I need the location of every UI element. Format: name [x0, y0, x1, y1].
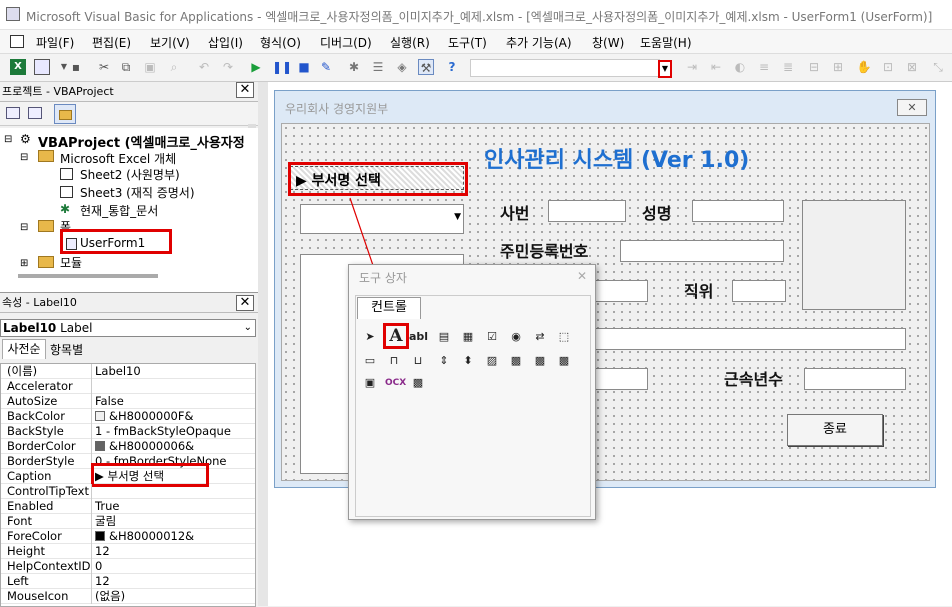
checkbox-tool-icon[interactable]: ☑ — [483, 328, 501, 346]
custom-control-icon[interactable]: ▩ — [409, 374, 427, 392]
togglebutton-tool-icon[interactable]: ⇄ — [531, 328, 549, 346]
custom-control-icon[interactable]: ▩ — [531, 352, 549, 370]
refedit-tool-icon[interactable]: ▩ — [507, 352, 525, 370]
optionbutton-tool-icon[interactable]: ◉ — [507, 328, 525, 346]
tabstrip-tool-icon[interactable]: ⊓ — [385, 352, 403, 370]
multipage-tool-icon[interactable]: ⊔ — [409, 352, 427, 370]
listbox-tool-icon[interactable]: ▦ — [459, 328, 477, 346]
calendar-control-icon[interactable]: ▣ — [361, 374, 379, 392]
tab-controls[interactable]: 컨트롤 — [357, 297, 421, 319]
frame-tool-icon[interactable]: ⬚ — [555, 328, 573, 346]
select-pointer-icon[interactable]: ➤ — [361, 328, 379, 346]
spinbutton-tool-icon[interactable]: ⬍ — [459, 352, 477, 370]
highlight-label-tool — [383, 323, 409, 349]
toolbox-close-button[interactable]: ✕ — [577, 269, 587, 283]
textbox-tool-icon[interactable]: abl — [409, 328, 428, 346]
custom-control-icon[interactable]: ▩ — [555, 352, 573, 370]
toolbox-title: 도구 상자 — [359, 271, 407, 285]
combobox-tool-icon[interactable]: ▤ — [435, 328, 453, 346]
commandbutton-tool-icon[interactable]: ▭ — [361, 352, 379, 370]
image-tool-icon[interactable]: ▨ — [483, 352, 501, 370]
ocx-control-icon[interactable]: OCX — [385, 374, 406, 392]
toolbox-window: 도구 상자 ✕ 컨트롤 ➤ A abl ▤ ▦ ☑ ◉ ⇄ ⬚ ▭ ⊓ ⊔ ⇕ … — [348, 264, 596, 520]
scrollbar-tool-icon[interactable]: ⇕ — [435, 352, 453, 370]
